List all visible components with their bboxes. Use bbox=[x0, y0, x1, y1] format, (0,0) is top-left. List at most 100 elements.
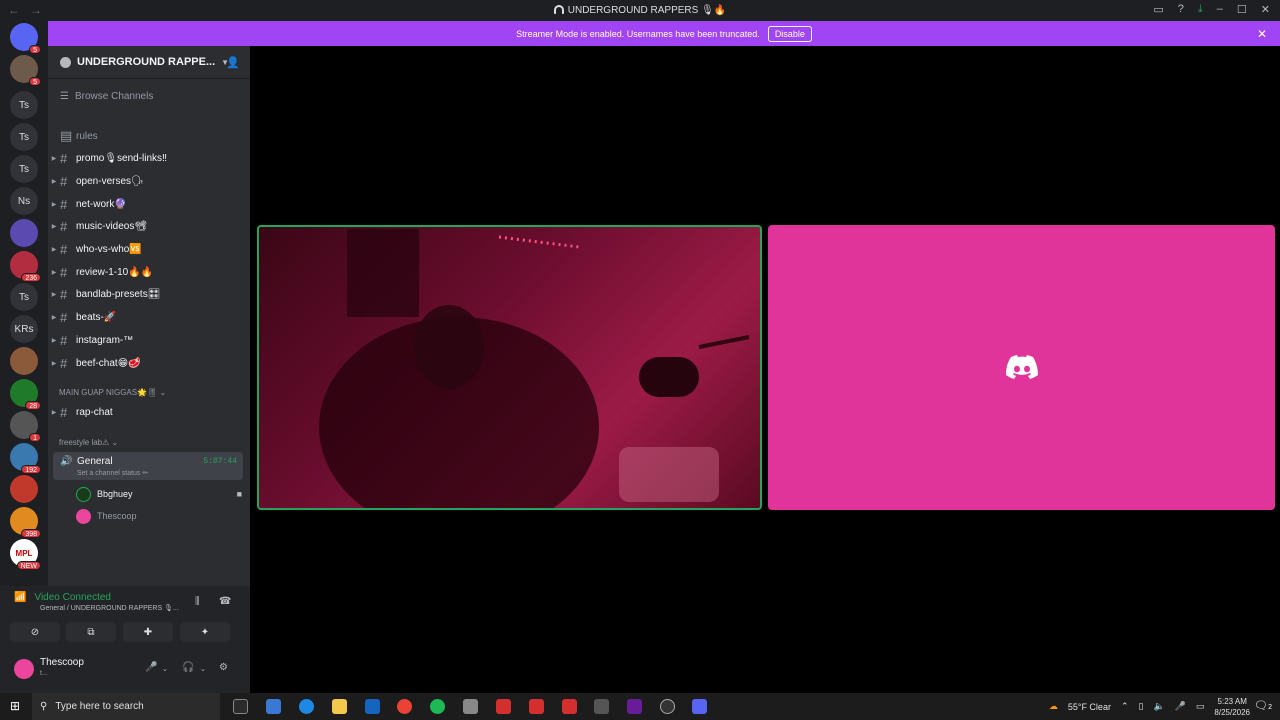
channel-rap-chat[interactable]: ▶ # rap-chat bbox=[48, 402, 250, 422]
server-icon[interactable]: Ts bbox=[10, 283, 38, 311]
volume-icon[interactable]: 🔈 bbox=[1153, 701, 1164, 712]
app-icon[interactable] bbox=[627, 699, 642, 714]
youtube-icon[interactable] bbox=[562, 699, 577, 714]
weather-text[interactable]: 55°F Clear bbox=[1068, 702, 1111, 712]
chevron-down-icon[interactable]: ⌄ bbox=[200, 665, 206, 673]
notification-icon[interactable]: 🗨2 bbox=[1254, 699, 1272, 712]
mail-icon[interactable] bbox=[365, 699, 380, 714]
tablet-icon[interactable]: ▯ bbox=[1139, 701, 1144, 712]
server-icon[interactable] bbox=[10, 347, 38, 375]
channel-item[interactable]: ▶ # open-verses🗣 bbox=[48, 171, 250, 191]
category-freestyle[interactable]: freestyle lab⚠ ⌄ bbox=[59, 438, 118, 447]
channel-item[interactable]: ▶ # promo🎙send-links‼ bbox=[48, 149, 250, 169]
channel-item[interactable]: ▶ # bandlab-presets🎛 bbox=[48, 285, 250, 305]
server-icon[interactable] bbox=[10, 475, 38, 503]
server-icon[interactable]: 1 bbox=[10, 411, 41, 442]
screen-share-button[interactable]: ⧉ bbox=[66, 622, 116, 642]
help-icon[interactable]: ? bbox=[1178, 3, 1184, 16]
channel-label: who-vs-who🆚 bbox=[76, 244, 142, 255]
voice-timer: 5:07:44 bbox=[203, 457, 237, 466]
server-icon[interactable]: KRs bbox=[10, 315, 38, 343]
server-icon[interactable]: Ts bbox=[10, 91, 38, 119]
browse-channels-label: Browse Channels bbox=[74, 91, 154, 102]
server-icon[interactable]: 398 bbox=[10, 507, 41, 538]
microphone-icon[interactable]: 🎤 bbox=[1175, 701, 1186, 712]
server-icon[interactable]: 5 bbox=[10, 23, 41, 54]
category-main[interactable]: MAIN GUAP NIGGAS🌟🎚 ⌄ bbox=[59, 388, 166, 397]
mention-badge: NEW bbox=[16, 561, 41, 570]
network-icon[interactable]: ▭ bbox=[1196, 701, 1205, 712]
activities-button[interactable]: ✚ bbox=[123, 622, 173, 642]
mention-badge: 1 bbox=[29, 433, 41, 442]
close-button[interactable]: ✕ bbox=[1261, 3, 1270, 16]
edge-icon[interactable] bbox=[299, 699, 314, 714]
disable-button[interactable]: Disable bbox=[767, 25, 812, 42]
chevron-down-icon[interactable]: ⌄ bbox=[162, 665, 168, 673]
channel-item[interactable]: ▶ # net-work🔮 bbox=[48, 194, 250, 214]
browse-channels[interactable]: ☰ Browse Channels bbox=[60, 91, 153, 102]
channel-item[interactable]: ▶ # review-1-10🔥🔥 bbox=[48, 262, 250, 282]
channel-item[interactable]: ▶ # beats-🚀 bbox=[48, 308, 250, 328]
server-icon[interactable]: 28 bbox=[10, 379, 41, 410]
windows-start-icon[interactable]: ⊞ bbox=[10, 699, 20, 713]
disconnect-icon[interactable]: ☎ bbox=[219, 596, 231, 607]
channel-item[interactable]: ▶ # who-vs-who🆚 bbox=[48, 240, 250, 260]
channel-item[interactable]: ▤ rules bbox=[48, 126, 250, 146]
server-icon[interactable]: 5 bbox=[10, 55, 41, 86]
invite-people-icon[interactable]: 👤 bbox=[226, 56, 240, 69]
channel-item[interactable]: ▶ # instagram-™ bbox=[48, 330, 250, 350]
download-icon[interactable]: ⤓ bbox=[1198, 3, 1203, 16]
chrome-icon[interactable] bbox=[397, 699, 412, 714]
voice-channel-general[interactable]: 🔊 General 5:07:44 Set a channel status ✏ bbox=[53, 452, 243, 480]
copilot-icon[interactable] bbox=[266, 699, 281, 714]
taskbar-search[interactable]: ⚲ Type here to search bbox=[32, 693, 220, 720]
channel-item[interactable]: ▶ # beef-chat😁🥩 bbox=[48, 353, 250, 373]
voice-user[interactable]: Bbghuey bbox=[76, 485, 133, 503]
task-view-icon[interactable] bbox=[233, 699, 248, 714]
headphones-icon[interactable]: 🎧 bbox=[182, 662, 194, 673]
minimize-button[interactable]: – bbox=[1217, 3, 1223, 16]
mention-badge: 192 bbox=[21, 465, 41, 474]
close-icon[interactable]: ✕ bbox=[1257, 27, 1267, 41]
unread-icon: ▶ bbox=[51, 178, 57, 185]
camera-off-button[interactable]: ⊘ bbox=[10, 622, 60, 642]
channel-sidebar: UNDERGROUND RAPPE... ▼ 👤 ☰ Browse Channe… bbox=[48, 46, 250, 586]
video-tile-placeholder[interactable] bbox=[768, 225, 1275, 510]
connection-detail[interactable]: General / UNDERGROUND RAPPERS 🎙... bbox=[40, 604, 179, 612]
gear-icon[interactable]: ⚙ bbox=[219, 662, 228, 673]
chevron-up-icon[interactable]: ⌃ bbox=[1121, 701, 1129, 712]
server-icon[interactable] bbox=[10, 219, 38, 247]
spotify-icon[interactable] bbox=[430, 699, 445, 714]
channel-status[interactable]: Set a channel status ✏ bbox=[77, 469, 148, 477]
server-icon[interactable]: Ns bbox=[10, 187, 38, 215]
server-initials: KRs bbox=[14, 323, 34, 335]
app-icon[interactable] bbox=[463, 699, 478, 714]
video-tile-camera[interactable] bbox=[257, 225, 762, 510]
maximize-button[interactable]: ☐ bbox=[1237, 3, 1247, 16]
server-icon[interactable]: Ts bbox=[10, 123, 38, 151]
server-icon[interactable]: 236 bbox=[10, 251, 41, 282]
camera-icon: ■ bbox=[236, 489, 242, 499]
hash-icon: # bbox=[60, 196, 68, 212]
app-icon[interactable] bbox=[660, 699, 675, 714]
soundboard-button[interactable]: ✦ bbox=[180, 622, 230, 642]
youtube-icon[interactable] bbox=[496, 699, 511, 714]
youtube-icon[interactable] bbox=[529, 699, 544, 714]
inbox-icon[interactable]: ▭ bbox=[1153, 3, 1163, 16]
channel-item[interactable]: ▶ # music-videos📽 bbox=[48, 217, 250, 237]
unread-icon: ▶ bbox=[51, 409, 57, 416]
avatar[interactable] bbox=[14, 659, 34, 679]
noise-suppression-icon[interactable]: ⫼ bbox=[195, 596, 200, 607]
screen-share-icon: ⧉ bbox=[87, 626, 95, 638]
server-icon[interactable]: MPL NEW bbox=[10, 539, 41, 570]
clock[interactable]: 5:23 AM 8/25/2026 bbox=[1214, 696, 1250, 718]
server-initials: Ts bbox=[19, 291, 29, 303]
app-icon[interactable] bbox=[594, 699, 609, 714]
file-explorer-icon[interactable] bbox=[332, 699, 347, 714]
voice-user[interactable]: Thescoop bbox=[76, 507, 137, 525]
discord-taskbar-icon[interactable] bbox=[692, 699, 707, 714]
server-icon[interactable]: 192 bbox=[10, 443, 41, 474]
microphone-icon[interactable]: 🎤 bbox=[145, 662, 157, 673]
server-header[interactable]: UNDERGROUND RAPPE... ▼ 👤 bbox=[48, 46, 250, 79]
server-icon[interactable]: Ts bbox=[10, 155, 38, 183]
